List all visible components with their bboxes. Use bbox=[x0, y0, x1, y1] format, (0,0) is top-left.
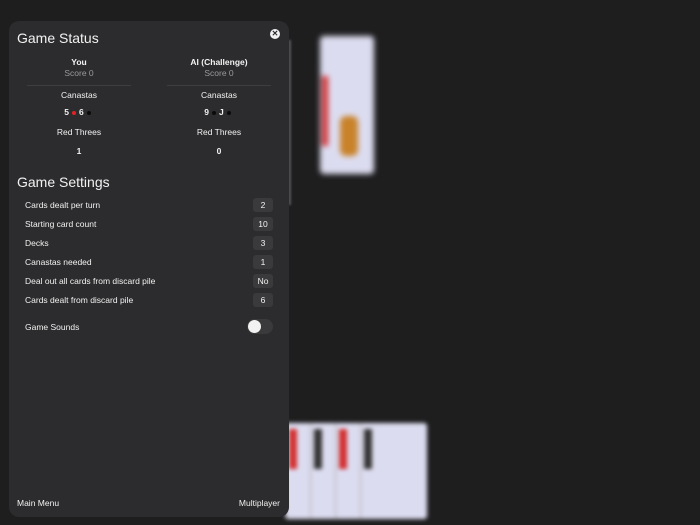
setting-cards-dealt-per-turn[interactable]: Cards dealt per turn 2 bbox=[25, 198, 273, 212]
setting-value[interactable]: 1 bbox=[253, 255, 273, 269]
divider bbox=[167, 85, 271, 86]
setting-label: Game Sounds bbox=[25, 322, 80, 332]
canastas-list-ai: 9J bbox=[149, 107, 289, 117]
game-sounds-toggle[interactable] bbox=[247, 319, 273, 334]
setting-deal-out-discard[interactable]: Deal out all cards from discard pile No bbox=[25, 274, 273, 288]
game-status-title: Game Status bbox=[17, 30, 99, 46]
setting-label: Starting card count bbox=[25, 219, 97, 229]
player-ai: AI (Challenge) Score 0 bbox=[149, 57, 289, 79]
setting-value[interactable]: 2 bbox=[253, 198, 273, 212]
setting-value[interactable]: No bbox=[253, 274, 273, 288]
player-score: Score 0 bbox=[64, 68, 94, 78]
red-threes-ai: 0 bbox=[216, 146, 222, 156]
game-settings-title: Game Settings bbox=[17, 174, 110, 190]
player-name: You bbox=[71, 57, 87, 67]
canastas-label: Canastas bbox=[201, 90, 237, 100]
canastas-list-you: 56 bbox=[9, 107, 149, 117]
red-threes-label: Red Threes bbox=[56, 127, 102, 137]
black-canasta-dot bbox=[212, 110, 216, 115]
red-canasta-dot bbox=[72, 110, 76, 115]
canasta-rank: J bbox=[219, 107, 224, 117]
setting-value[interactable]: 10 bbox=[253, 217, 273, 231]
setting-decks[interactable]: Decks 3 bbox=[25, 236, 273, 250]
background-card bbox=[320, 36, 374, 174]
player-score: Score 0 bbox=[204, 68, 234, 78]
black-canasta-dot bbox=[226, 110, 231, 115]
setting-label: Canastas needed bbox=[25, 257, 92, 267]
canasta-rank: 9 bbox=[204, 107, 209, 117]
toggle-knob bbox=[248, 320, 261, 333]
setting-label: Deal out all cards from discard pile bbox=[25, 276, 156, 286]
player-you: You Score 0 bbox=[9, 57, 149, 79]
multiplayer-button[interactable]: Multiplayer bbox=[239, 498, 280, 508]
setting-label: Decks bbox=[25, 238, 49, 248]
setting-label: Cards dealt per turn bbox=[25, 200, 101, 210]
setting-value[interactable]: 3 bbox=[253, 236, 273, 250]
setting-canastas-needed[interactable]: Canastas needed 1 bbox=[25, 255, 273, 269]
black-canasta-dot bbox=[86, 110, 91, 115]
canasta-rank: 5 bbox=[64, 107, 69, 117]
game-status-panel: ✕ Game Status You Score 0 AI (Challenge)… bbox=[9, 21, 289, 517]
red-threes-label: Red Threes bbox=[196, 127, 242, 137]
setting-game-sounds[interactable]: Game Sounds bbox=[25, 319, 273, 334]
main-menu-button[interactable]: Main Menu bbox=[17, 498, 59, 508]
divider bbox=[27, 85, 131, 86]
canasta-rank: 6 bbox=[79, 107, 84, 117]
setting-label: Cards dealt from discard pile bbox=[25, 295, 134, 305]
player-name: AI (Challenge) bbox=[190, 57, 248, 67]
canastas-label: Canastas bbox=[61, 90, 97, 100]
red-threes-you: 1 bbox=[76, 146, 82, 156]
setting-cards-dealt-from-discard[interactable]: Cards dealt from discard pile 6 bbox=[25, 293, 273, 307]
setting-value[interactable]: 6 bbox=[253, 293, 273, 307]
setting-starting-card-count[interactable]: Starting card count 10 bbox=[25, 217, 273, 231]
close-icon[interactable]: ✕ bbox=[270, 29, 280, 39]
